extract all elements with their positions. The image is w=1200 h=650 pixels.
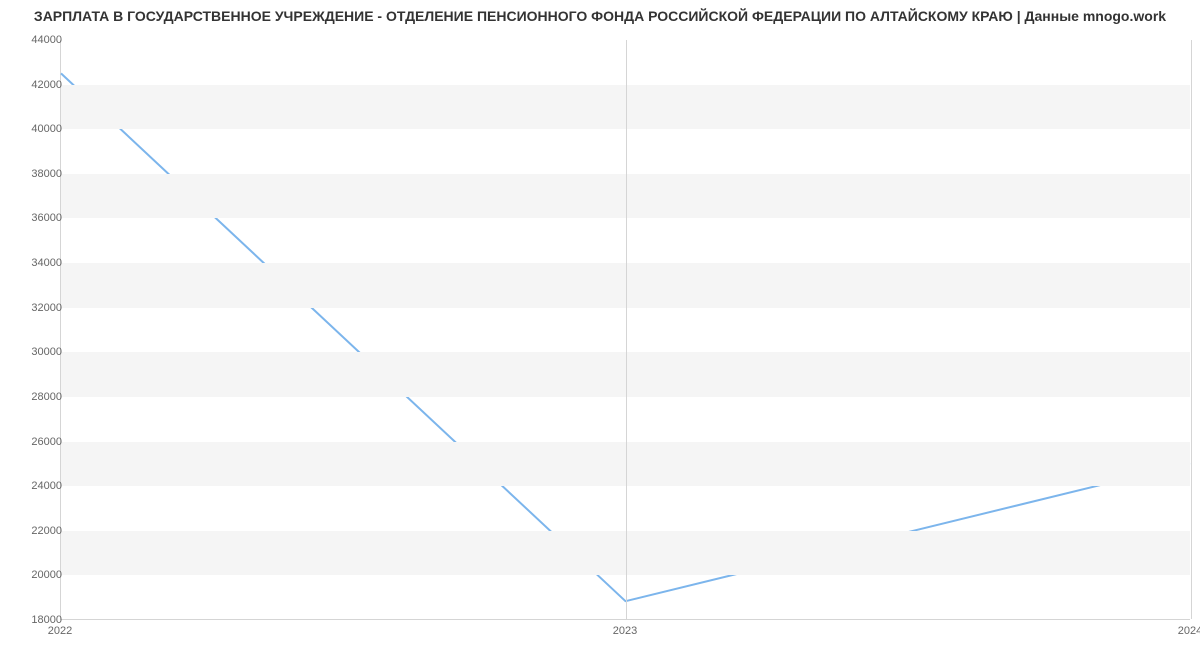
y-tick-label: 20000 <box>12 569 62 581</box>
y-tick-label: 42000 <box>12 79 62 91</box>
y-tick-label: 30000 <box>12 346 62 358</box>
y-tick-label: 44000 <box>12 34 62 46</box>
y-tick-label: 22000 <box>12 525 62 537</box>
y-tick-label: 26000 <box>12 436 62 448</box>
y-tick-label: 24000 <box>12 480 62 492</box>
y-tick-label: 40000 <box>12 123 62 135</box>
y-tick-label: 28000 <box>12 391 62 403</box>
chart-title: ЗАРПЛАТА В ГОСУДАРСТВЕННОЕ УЧРЕЖДЕНИЕ - … <box>0 8 1200 24</box>
y-tick-label: 32000 <box>12 302 62 314</box>
grid-vertical <box>1191 40 1192 619</box>
x-tick-label: 2022 <box>48 625 72 637</box>
y-tick-label: 38000 <box>12 168 62 180</box>
y-tick-label: 36000 <box>12 212 62 224</box>
x-tick-label: 2024 <box>1178 625 1200 637</box>
x-tick-label: 2023 <box>613 625 637 637</box>
plot-area <box>60 40 1190 620</box>
chart-container: ЗАРПЛАТА В ГОСУДАРСТВЕННОЕ УЧРЕЖДЕНИЕ - … <box>0 0 1200 650</box>
grid-vertical <box>626 40 627 619</box>
y-tick-label: 34000 <box>12 257 62 269</box>
